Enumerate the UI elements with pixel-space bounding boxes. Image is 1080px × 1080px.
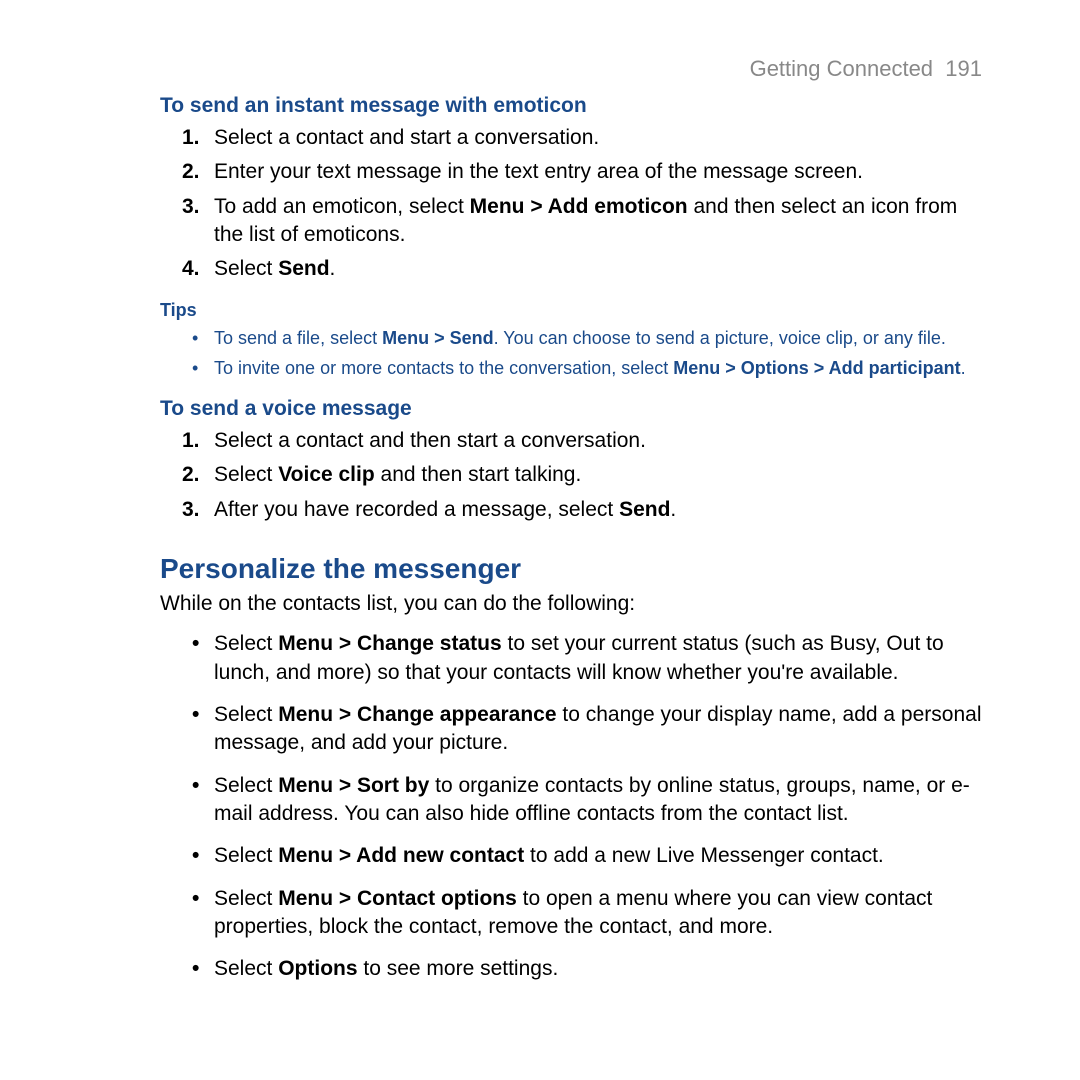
step-number: 1. [182, 427, 200, 455]
steps-voice: 1. Select a contact and then start a conv… [160, 427, 982, 524]
chapter-name: Getting Connected [750, 56, 933, 81]
tips-label: Tips [160, 298, 982, 322]
step-number: 3. [182, 193, 200, 221]
step-item: 2.Select Voice clip and then start talki… [214, 461, 982, 489]
step-item: 1.Select a contact and then start a conv… [214, 427, 982, 455]
list-item: Select Menu > Change appearance to chang… [214, 701, 982, 758]
step-number: 1. [182, 124, 200, 152]
page-header: Getting Connected 191 [160, 54, 982, 84]
step-item: 3.To add an emoticon, select Menu > Add … [214, 193, 982, 250]
step-text: Enter your text message in the text entr… [214, 160, 863, 183]
section-title-personalize: Personalize the messenger [160, 550, 982, 588]
list-item: Select Menu > Add new contact to add a n… [214, 842, 982, 870]
step-text: Select a contact and then start a conver… [214, 429, 646, 452]
tip-item: To send a file, select Menu > Send. You … [214, 326, 982, 350]
step-number: 4. [182, 255, 200, 283]
step-text: After you have recorded a message, selec… [214, 498, 676, 521]
tips-list: To send a file, select Menu > Send. You … [160, 326, 982, 381]
steps-emoticon: 1. Select a contact and start a conversat… [160, 124, 982, 284]
step-text: To add an emoticon, select Menu > Add em… [214, 195, 957, 246]
section-intro: While on the contacts list, you can do t… [160, 590, 982, 618]
page-number: 191 [945, 56, 982, 81]
list-item: Select Options to see more settings. [214, 955, 982, 983]
step-number: 3. [182, 496, 200, 524]
tip-item: To invite one or more contacts to the co… [214, 356, 982, 380]
step-text: Select Send. [214, 257, 335, 280]
list-item: Select Menu > Contact options to open a … [214, 885, 982, 942]
step-text: Select Voice clip and then start talking… [214, 463, 581, 486]
step-item: 3.After you have recorded a message, sel… [214, 496, 982, 524]
step-number: 2. [182, 461, 200, 489]
step-text: Select a contact and start a conversatio… [214, 126, 599, 149]
subheading-emoticon: To send an instant message with emoticon [160, 92, 982, 120]
step-item: 2.Enter your text message in the text en… [214, 158, 982, 186]
list-item: Select Menu > Change status to set your … [214, 630, 982, 687]
step-item: 4.Select Send. [214, 255, 982, 283]
subheading-voice: To send a voice message [160, 395, 982, 423]
personalize-list: Select Menu > Change status to set your … [160, 630, 982, 983]
list-item: Select Menu > Sort by to organize contac… [214, 772, 982, 829]
step-number: 2. [182, 158, 200, 186]
step-item: 1.Select a contact and start a conversat… [214, 124, 982, 152]
